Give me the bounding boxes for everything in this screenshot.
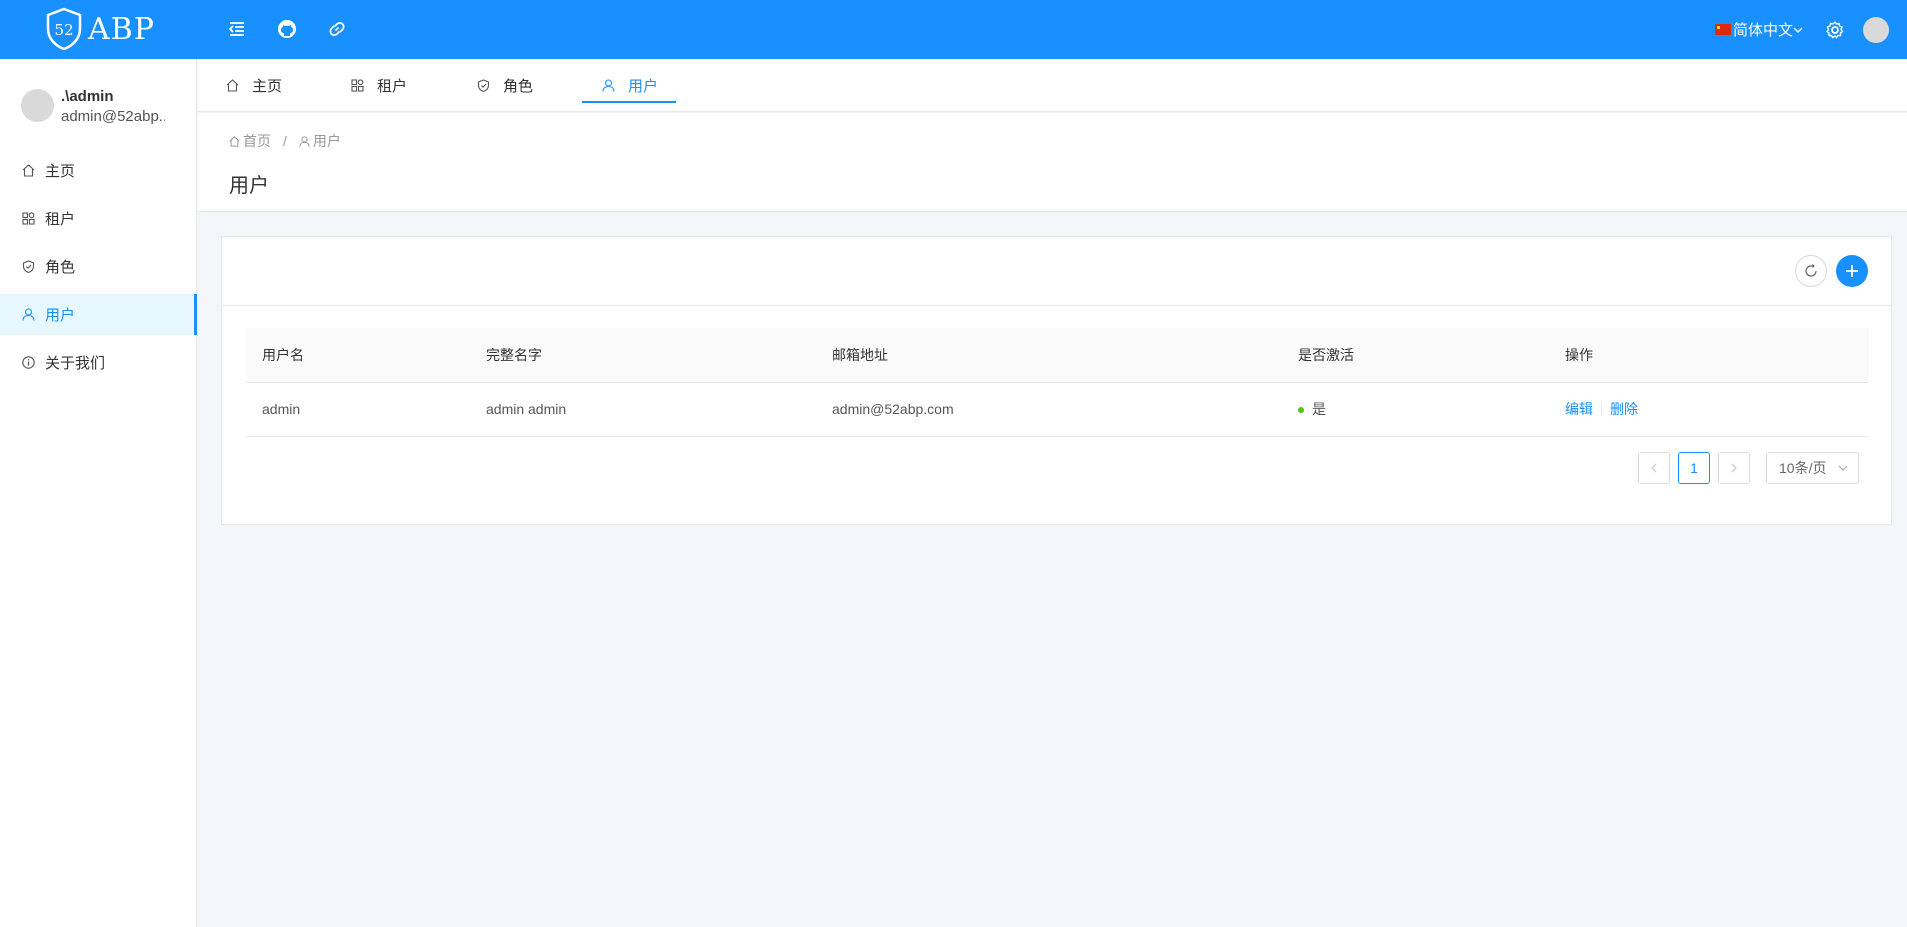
cell-is-active: 是 xyxy=(1282,382,1549,437)
tab-home[interactable]: 主页 xyxy=(226,59,282,112)
sidebar-item-tenants[interactable]: 租户 xyxy=(0,198,197,239)
safety-icon xyxy=(22,259,36,274)
sidebar-item-about[interactable]: 关于我们 xyxy=(0,342,197,383)
page-item-1[interactable]: 1 xyxy=(1678,452,1710,484)
app-logo[interactable]: 52 ABP xyxy=(44,7,155,51)
shield-logo-icon: 52 xyxy=(46,7,82,51)
col-is-active: 是否激活 xyxy=(1282,328,1549,383)
prev-page-button[interactable] xyxy=(1638,452,1670,484)
logo-text: ABP xyxy=(88,11,155,47)
header-avatar[interactable] xyxy=(1863,16,1889,43)
cell-actions: 编辑 删除 xyxy=(1549,382,1869,437)
language-label: 简体中文 xyxy=(1732,22,1793,39)
sidebar-item-users[interactable]: 用户 xyxy=(0,294,197,335)
user-email: admin@52abp... xyxy=(61,108,165,125)
tab-label: 角色 xyxy=(503,78,534,95)
header-right: 简体中文 xyxy=(1714,0,1907,59)
appstore-icon xyxy=(351,78,365,93)
table-row: admin admin admin admin@52abp.com 是 编辑 删除 xyxy=(246,382,1869,437)
page-header: 首页 / 用户 用户 xyxy=(198,113,1907,212)
plus-icon xyxy=(1846,265,1858,277)
user-icon xyxy=(299,135,310,147)
home-icon xyxy=(226,78,240,93)
cell-full-name: admin admin xyxy=(470,382,816,437)
breadcrumb-separator: / xyxy=(283,133,287,149)
chevron-down-icon xyxy=(1838,465,1848,471)
sidebar-item-label: 角色 xyxy=(45,259,76,276)
sidebar-item-label: 用户 xyxy=(45,307,76,324)
tab-label: 用户 xyxy=(628,78,659,95)
user-icon xyxy=(602,78,616,93)
reuse-tabs: 主页 租户 角色 用户 xyxy=(198,59,1907,112)
chevron-left-icon xyxy=(1651,463,1657,473)
card-toolbar xyxy=(222,237,1891,306)
col-username: 用户名 xyxy=(246,328,470,383)
info-circle-icon xyxy=(22,355,36,370)
home-icon xyxy=(22,163,36,178)
breadcrumb: 首页 / 用户 xyxy=(229,131,341,151)
page-size-select[interactable]: 10条/页 xyxy=(1766,452,1859,484)
chevron-down-icon xyxy=(1793,27,1803,33)
sidebar-item-label: 主页 xyxy=(45,163,76,180)
pagination: 1 10条/页 xyxy=(1630,452,1859,484)
status-text: 是 xyxy=(1312,401,1326,417)
delete-link[interactable]: 删除 xyxy=(1610,401,1638,417)
svg-text:52: 52 xyxy=(54,21,73,39)
user-info: .\admin admin@52abp... xyxy=(21,87,165,127)
home-icon xyxy=(229,135,240,147)
menu-fold-icon[interactable] xyxy=(224,16,250,42)
sidebar-item-home[interactable]: 主页 xyxy=(0,150,197,191)
action-divider xyxy=(1601,404,1602,417)
appstore-icon xyxy=(22,211,36,226)
user-name: .\admin xyxy=(61,88,114,105)
users-card: 用户名 完整名字 邮箱地址 是否激活 操作 admin admin admin … xyxy=(221,236,1892,525)
sidebar-avatar xyxy=(21,89,54,122)
top-header: 52 ABP 简体中文 xyxy=(0,0,1907,59)
safety-icon xyxy=(477,78,491,93)
next-page-button[interactable] xyxy=(1718,452,1750,484)
china-flag-icon xyxy=(1714,24,1731,35)
tab-users[interactable]: 用户 xyxy=(602,59,658,112)
col-full-name: 完整名字 xyxy=(470,328,816,383)
sidebar-item-roles[interactable]: 角色 xyxy=(0,246,197,287)
settings-gear-icon[interactable] xyxy=(1825,20,1845,40)
breadcrumb-current: 用户 xyxy=(312,133,341,149)
page-size-value: 10条/页 xyxy=(1779,460,1827,476)
sidebar-menu: 主页 租户 角色 用户 关于我们 xyxy=(0,150,197,390)
cell-username: admin xyxy=(246,382,470,437)
page-title: 用户 xyxy=(229,175,269,197)
sidebar: .\admin admin@52abp... 主页 租户 角色 用户 关于我们 xyxy=(0,59,197,927)
active-tab-indicator xyxy=(582,101,676,103)
language-switcher[interactable]: 简体中文 xyxy=(1714,19,1803,40)
reload-icon xyxy=(1805,264,1817,277)
sidebar-item-label: 租户 xyxy=(45,211,76,228)
tab-roles[interactable]: 角色 xyxy=(477,59,533,112)
tab-label: 主页 xyxy=(252,78,283,95)
edit-link[interactable]: 编辑 xyxy=(1565,401,1593,417)
user-icon xyxy=(22,307,36,322)
sidebar-item-label: 关于我们 xyxy=(45,355,106,372)
tab-label: 租户 xyxy=(377,78,408,95)
col-actions: 操作 xyxy=(1549,328,1869,383)
tab-tenants[interactable]: 租户 xyxy=(351,59,407,112)
table-header-row: 用户名 完整名字 邮箱地址 是否激活 操作 xyxy=(246,328,1869,383)
refresh-button[interactable] xyxy=(1795,255,1827,287)
users-table: 用户名 完整名字 邮箱地址 是否激活 操作 admin admin admin … xyxy=(246,328,1869,437)
chevron-right-icon xyxy=(1731,463,1737,473)
cell-email: admin@52abp.com xyxy=(816,382,1282,437)
link-icon[interactable] xyxy=(324,16,350,42)
github-icon[interactable] xyxy=(274,16,300,42)
breadcrumb-home[interactable]: 首页 xyxy=(243,131,271,151)
status-dot xyxy=(1298,407,1304,414)
add-user-button[interactable] xyxy=(1836,255,1868,287)
col-email: 邮箱地址 xyxy=(816,328,1282,383)
